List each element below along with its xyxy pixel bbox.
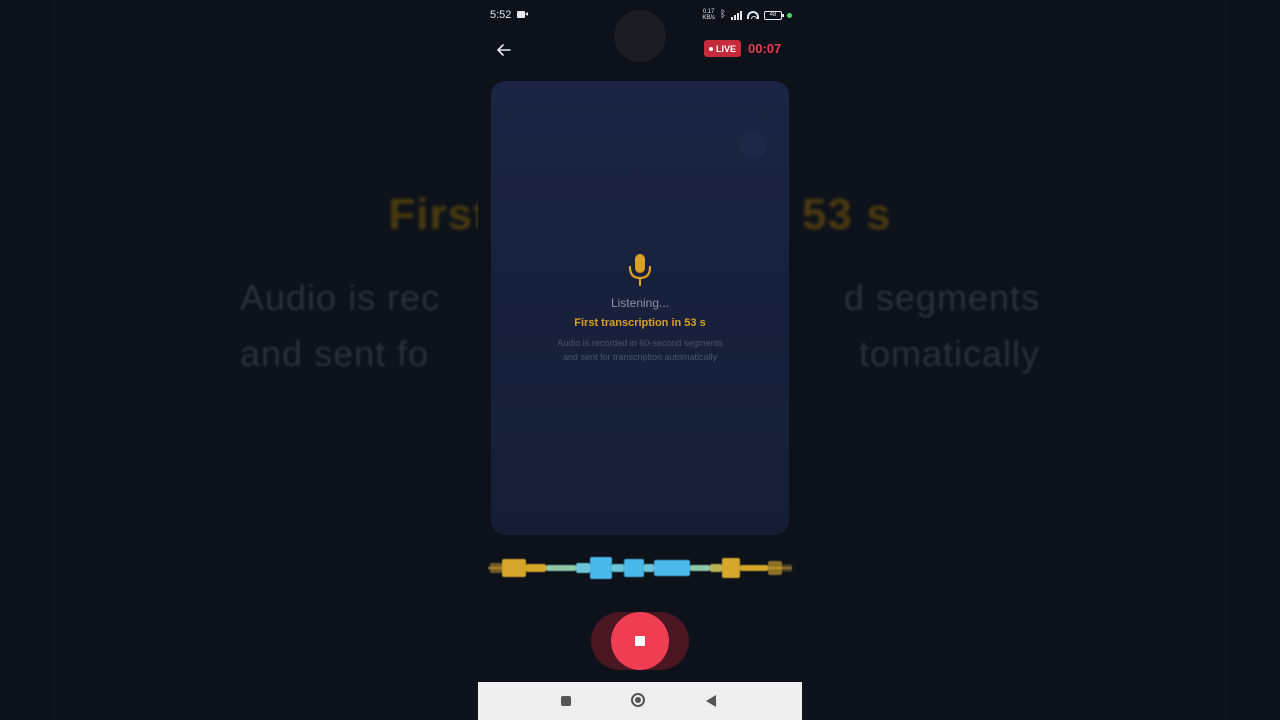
back-button[interactable] (490, 36, 518, 64)
wave-segment (782, 564, 792, 572)
signal-icon (731, 10, 742, 20)
listening-status: Listening... (610, 296, 670, 310)
live-dot-icon (709, 46, 713, 51)
home-icon[interactable] (631, 693, 645, 707)
live-label: LIVE (716, 43, 737, 54)
wifi-icon (747, 11, 759, 19)
wave-segment (740, 565, 768, 571)
wave-segment (768, 561, 782, 575)
network-speed-unit: KB/s (702, 15, 715, 21)
wave-segment (526, 564, 546, 572)
bluetooth-icon: ᛒ (720, 9, 726, 20)
backdrop-title-right: 53 s (801, 190, 892, 239)
wave-segment (654, 560, 690, 576)
transcription-card: Listening... First transcription in 53 s… (491, 81, 789, 535)
privacy-indicator-dot (787, 12, 792, 18)
network-speed: 0.17 KB/s (702, 9, 715, 21)
wave-segment (624, 559, 644, 577)
wave-segment (490, 563, 502, 573)
backdrop-title-left: First (388, 190, 489, 239)
status-time: 5:52 (490, 9, 512, 21)
audio-waveform (488, 557, 792, 579)
wave-segment (722, 558, 740, 578)
wave-segment (576, 563, 590, 573)
wave-segment (644, 564, 654, 572)
info-line-1: Audio is recorded in 60-second segments (557, 338, 723, 348)
info-line-2: and sent for transcription automatically (562, 352, 718, 362)
video-camera-icon (517, 11, 528, 18)
stop-recording-button[interactable] (611, 612, 669, 670)
wave-segment (612, 564, 624, 572)
live-badge: LIVE (704, 40, 742, 57)
wave-segment (590, 557, 612, 579)
first-transcription-countdown: First transcription in 53 s (574, 317, 706, 329)
recent-apps-icon[interactable] (561, 696, 571, 706)
stop-square-icon (635, 636, 645, 646)
header: LIVE 00:07 (478, 30, 802, 70)
card-ghost-circle (739, 131, 767, 159)
status-icons: 0.17 KB/s ᛒ 48 (702, 8, 792, 22)
recording-timer: 00:07 (748, 41, 782, 56)
android-nav-bar (478, 682, 802, 720)
microphone-icon (628, 254, 652, 287)
arrow-left-icon (497, 44, 511, 56)
wave-segment (546, 565, 576, 571)
battery-icon: 48 (764, 10, 784, 20)
phone-screen: 5:52 0.17 KB/s ᛒ 48 LIVE 00:07 Listening… (478, 0, 802, 720)
wave-segment (690, 565, 710, 571)
wave-segment (502, 559, 526, 577)
wave-segment (710, 564, 722, 572)
back-triangle-icon[interactable] (706, 695, 716, 707)
